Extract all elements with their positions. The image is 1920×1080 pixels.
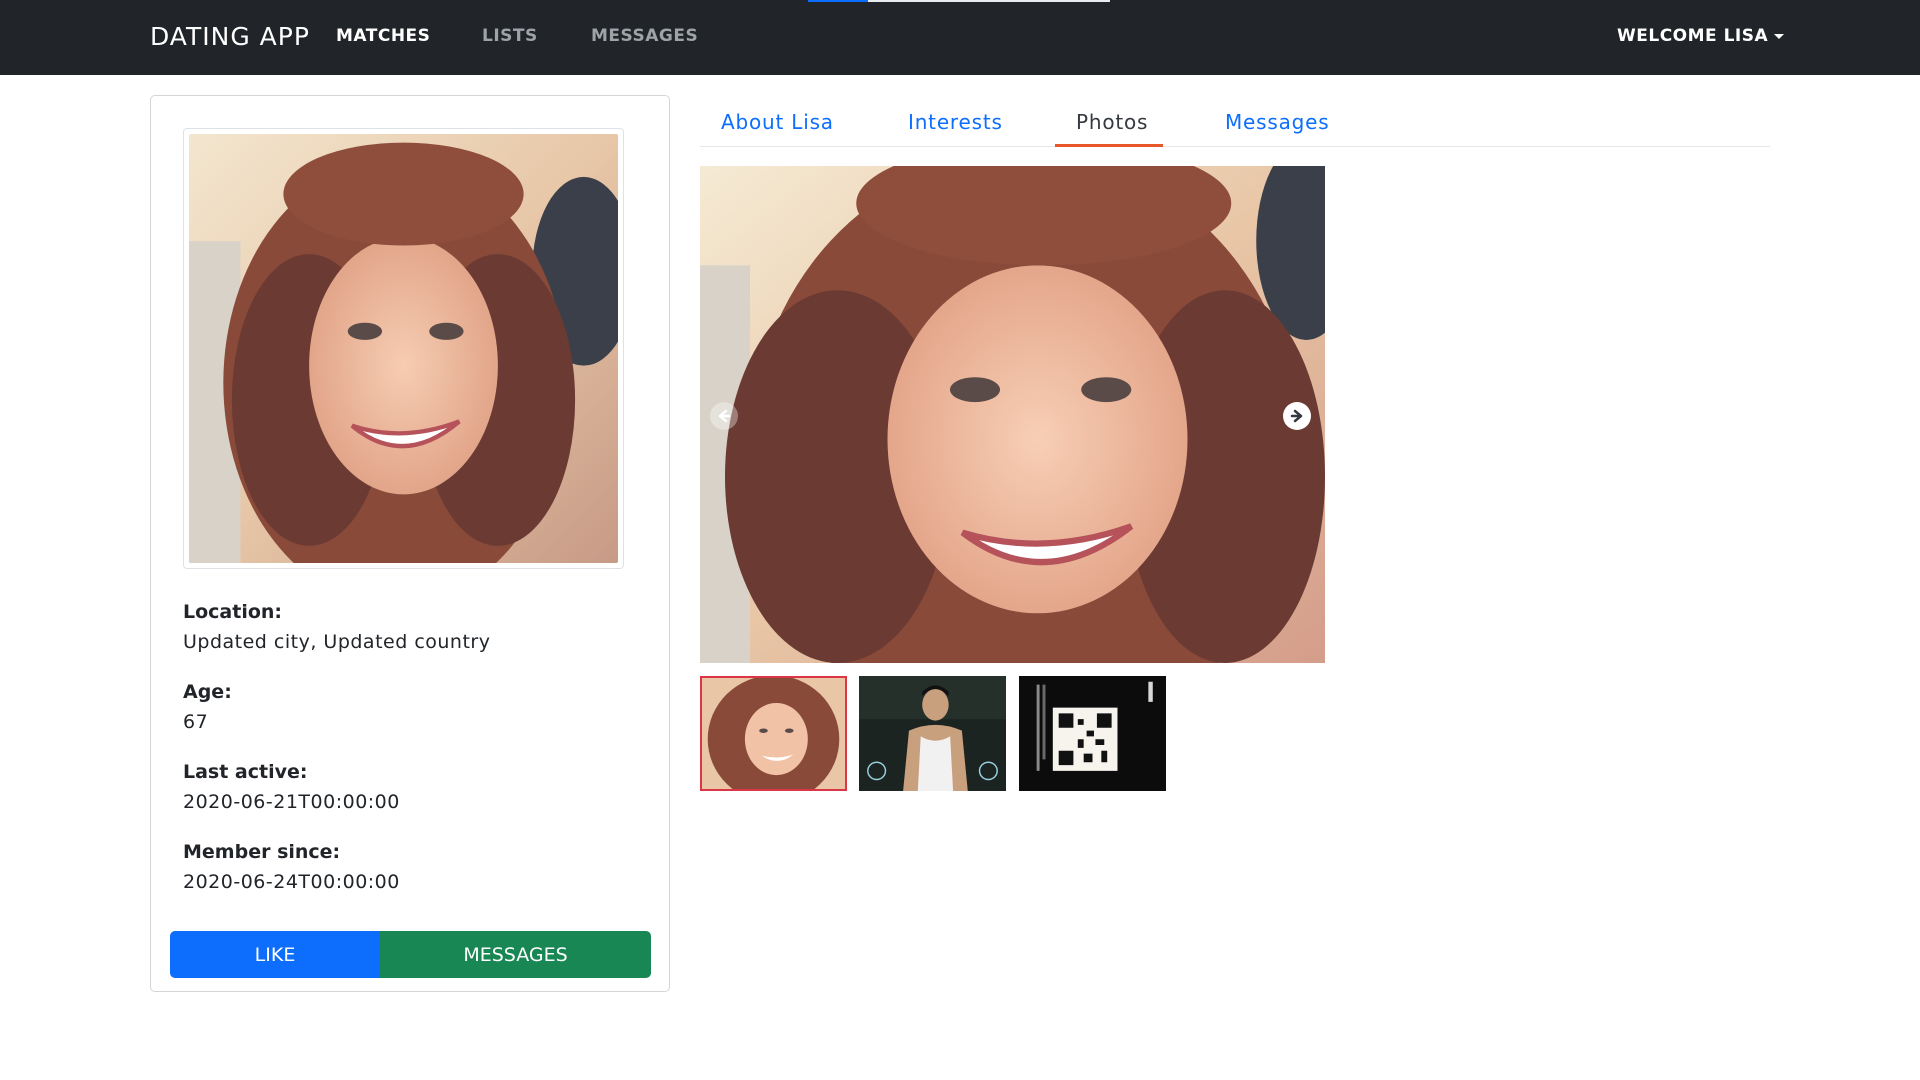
- tab-interests[interactable]: Interests: [908, 110, 1003, 134]
- user-dropdown-label: WELCOME LISA: [1617, 26, 1769, 46]
- nav-link-matches[interactable]: MATCHES: [336, 26, 430, 46]
- info-age: Age: 67: [183, 681, 232, 733]
- active-tab-indicator: [1055, 144, 1163, 147]
- like-button[interactable]: LIKE: [170, 931, 380, 978]
- info-value: 2020-06-21T00:00:00: [183, 791, 400, 813]
- info-value: Updated city, Updated country: [183, 631, 491, 653]
- arrow-right-circle-icon: [1290, 409, 1303, 423]
- gallery-thumbnail[interactable]: [859, 676, 1006, 791]
- tab-messages[interactable]: Messages: [1225, 110, 1329, 134]
- profile-action-buttons: LIKE MESSAGES: [170, 931, 651, 978]
- thumbnail-man-image: [859, 676, 1006, 791]
- top-navbar: DATING APP MATCHES LISTS MESSAGES WELCOM…: [0, 0, 1920, 75]
- brand-logo-link[interactable]: DATING APP: [150, 22, 310, 51]
- info-label: Age:: [183, 681, 232, 703]
- gallery-main-image: [700, 166, 1325, 663]
- profile-photo: [189, 134, 618, 563]
- profile-tabs: About Lisa Interests Photos Messages: [700, 100, 1770, 147]
- info-value: 2020-06-24T00:00:00: [183, 871, 400, 893]
- arrow-left-circle-icon: [718, 409, 731, 423]
- gallery-thumbnail[interactable]: [700, 676, 847, 791]
- info-last-active: Last active: 2020-06-21T00:00:00: [183, 761, 400, 813]
- info-label: Location:: [183, 601, 283, 623]
- tab-about[interactable]: About Lisa: [721, 110, 834, 134]
- info-member-since: Member since: 2020-06-24T00:00:00: [183, 841, 400, 893]
- info-label: Last active:: [183, 761, 308, 783]
- profile-photo-frame: [183, 128, 624, 569]
- profile-card: Location: Updated city, Updated country …: [150, 95, 670, 992]
- loading-progress-fill: [808, 0, 868, 2]
- gallery-thumbnail[interactable]: [1019, 676, 1166, 791]
- carousel-next-button[interactable]: [1283, 402, 1311, 430]
- caret-down-icon: [1774, 33, 1785, 39]
- tab-photos[interactable]: Photos: [1076, 110, 1148, 134]
- thumbnail-qr-code-image: [1019, 676, 1166, 791]
- messages-button[interactable]: MESSAGES: [380, 931, 651, 978]
- thumbnail-woman-image: [702, 678, 845, 789]
- user-dropdown-toggle[interactable]: WELCOME LISA: [1617, 26, 1785, 46]
- info-value: 67: [183, 711, 209, 733]
- info-location: Location: Updated city, Updated country: [183, 601, 490, 653]
- info-label: Member since:: [183, 841, 341, 863]
- nav-link-lists[interactable]: LISTS: [482, 26, 538, 46]
- nav-link-messages[interactable]: MESSAGES: [591, 26, 698, 46]
- carousel-prev-button[interactable]: [710, 402, 738, 430]
